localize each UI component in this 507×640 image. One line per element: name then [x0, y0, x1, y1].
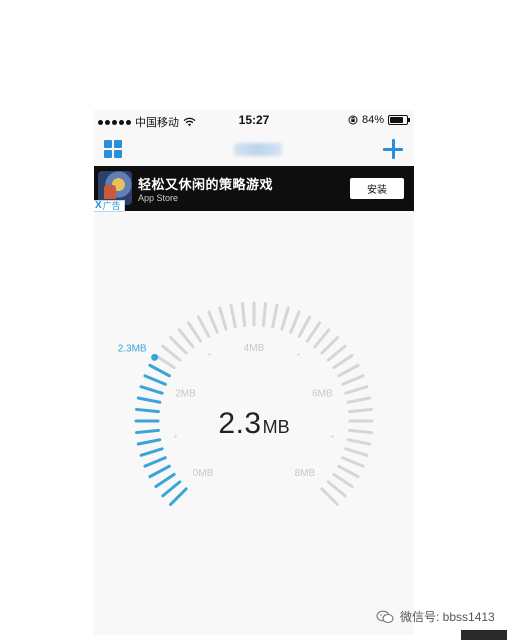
gauge-tick	[161, 344, 182, 362]
battery-percent: 84%	[361, 114, 384, 126]
status-bar: 中国移动 15:27 84%	[94, 110, 414, 132]
gauge-tick	[196, 315, 211, 338]
gauge-tick	[313, 328, 331, 349]
add-plus-icon[interactable]	[382, 138, 404, 160]
gauge-tick	[143, 374, 167, 386]
gauge-tick	[139, 447, 164, 457]
ad-store-label: App Store	[138, 193, 179, 203]
gauge-current-label: 2.3MB	[118, 343, 147, 354]
wifi-icon	[183, 117, 196, 127]
gauge-readout: 2.3MB	[94, 407, 414, 441]
gauge-tick	[344, 447, 369, 457]
gauge-tick	[148, 464, 171, 479]
readout-value: 2.3	[218, 407, 262, 440]
gauge-tick	[148, 363, 171, 378]
carrier-name: 中国移动	[135, 117, 179, 129]
watermark-text: 微信号: bbss1413	[400, 610, 495, 624]
gauge-tick	[341, 374, 365, 386]
grid-menu-icon[interactable]	[104, 140, 122, 158]
gauge-tick	[161, 480, 182, 498]
gauge-tick	[154, 353, 176, 370]
gauge-minor-dot	[297, 353, 300, 356]
ad-title: 轻松又休闲的策略游戏	[138, 177, 274, 192]
battery-icon	[388, 115, 410, 125]
ad-banner[interactable]: 轻松又休闲的策略游戏 App Store 安装 X 广告	[94, 166, 414, 212]
gauge-tick	[332, 472, 354, 489]
gauge-tick	[341, 456, 365, 468]
gauge-tick	[320, 487, 339, 506]
gauge-tick	[207, 310, 219, 334]
gauge-tick	[326, 344, 347, 362]
gauge-tick	[177, 328, 195, 349]
gauge-tick	[218, 306, 228, 331]
signal-dots-icon	[98, 119, 131, 125]
gauge-tick	[346, 396, 372, 404]
gauge-scale-label: 2MB	[175, 389, 196, 400]
gauge-tick	[143, 456, 167, 468]
rotation-lock-icon	[348, 115, 358, 125]
gauge-scale-label: 4MB	[244, 343, 265, 354]
gauge-tick	[337, 464, 360, 479]
gauge-tick	[169, 487, 188, 506]
nav-bar	[94, 132, 414, 166]
watermark: 微信号: bbss1413	[376, 608, 495, 625]
nav-title-blurred	[234, 143, 282, 156]
gauge-tick	[326, 480, 347, 498]
gauge-tick	[305, 321, 322, 343]
install-button[interactable]: 安装	[350, 178, 404, 199]
edge-strip	[461, 630, 507, 640]
status-right: 84%	[348, 114, 410, 126]
gauge-tick	[320, 336, 339, 355]
gauge-tick	[186, 321, 203, 343]
status-left: 中国移动	[98, 114, 196, 130]
gauge-tick	[332, 353, 354, 370]
gauge-scale-label: 0MB	[193, 468, 214, 479]
readout-unit: MB	[262, 417, 290, 437]
phone-screen: 中国移动 15:27 84% 轻松又休闲的策略游戏 App Store 安装 X…	[94, 110, 414, 635]
gauge-current-marker	[151, 353, 159, 361]
gauge-tick	[229, 303, 237, 329]
gauge-tick	[344, 385, 369, 395]
gauge-tick	[139, 385, 164, 395]
gauge-tick	[337, 363, 360, 378]
gauge-scale-label: 6MB	[312, 389, 333, 400]
gauge-tick	[271, 303, 279, 329]
battery-fill	[390, 117, 404, 123]
wechat-icon	[376, 610, 394, 623]
gauge-tick	[169, 336, 188, 355]
gauge-tick	[261, 302, 268, 327]
gauge-scale-label: 8MB	[295, 468, 316, 479]
gauge-tick	[297, 315, 312, 338]
speed-gauge: 2MB 4MB 6MB 0MB 8MB 2.3MB 2.3MB	[94, 211, 414, 635]
gauge-tick	[240, 302, 247, 327]
gauge-tick	[154, 472, 176, 489]
gauge-minor-dot	[208, 353, 211, 356]
gauge-tick	[136, 396, 162, 404]
gauge-tick	[289, 310, 301, 334]
gauge-tick	[280, 306, 290, 331]
